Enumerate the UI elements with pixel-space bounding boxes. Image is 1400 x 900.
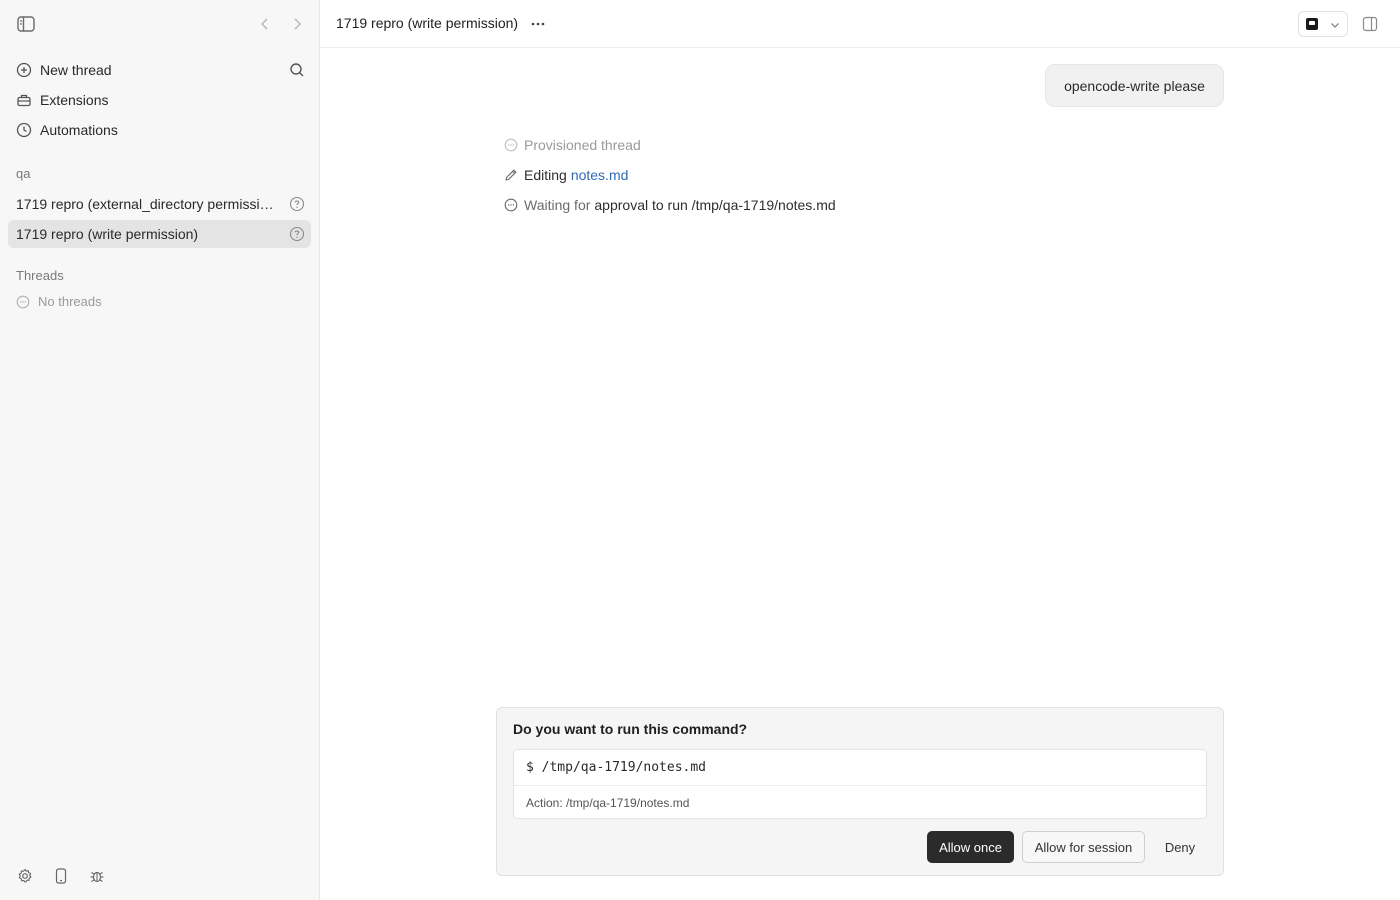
chat-bubble-icon [504,198,518,212]
plus-circle-icon [16,62,32,78]
thread-label: 1719 repro (external_directory permissio… [16,196,278,212]
sidebar: New thread Extensions Automations qa 171… [0,0,320,900]
agent-selector[interactable] [1298,11,1348,37]
command-preview: $ /tmp/qa-1719/notes.md Action: /tmp/qa-… [513,749,1207,819]
action-text: Action: /tmp/qa-1719/notes.md [526,795,690,810]
main-panel: 1719 repro (write permission) opencode-w… [320,0,1400,900]
approval-question: Do you want to run this command? [513,721,748,737]
extensions-button[interactable]: Extensions [8,86,311,114]
step-waiting: Waiting for approval to run /tmp/qa-1719… [504,197,836,213]
question-circle-icon [289,226,305,242]
thread-item-external-directory[interactable]: 1719 repro (external_directory permissio… [8,190,311,218]
more-options-icon[interactable] [528,14,548,34]
chat-bubble-icon [16,295,30,309]
step-waiting-prefix: Waiting for [524,197,591,213]
new-thread-button[interactable]: New thread [8,56,311,84]
allow-once-button[interactable]: Allow once [927,831,1014,863]
sidebar-footer [16,867,124,885]
thread-item-write-permission[interactable]: 1719 repro (write permission) [8,220,311,248]
question-circle-icon [289,196,305,212]
thread-header: 1719 repro (write permission) [320,0,1400,48]
step-provisioned-label: Provisioned thread [524,137,641,153]
no-threads-placeholder: No threads [16,294,102,309]
search-icon[interactable] [288,61,306,79]
automations-button[interactable]: Automations [8,116,311,144]
gear-icon[interactable] [16,867,34,885]
mobile-device-icon[interactable] [52,867,70,885]
automations-label: Automations [40,122,118,138]
deny-button[interactable]: Deny [1153,831,1207,863]
project-label: qa [16,166,31,181]
clock-icon [16,122,32,138]
step-provisioned: Provisioned thread [504,137,641,153]
agent-logo-icon [1306,18,1318,30]
step-editing: Editing notes.md [504,167,628,183]
command-text: $ /tmp/qa-1719/notes.md [514,750,1206,786]
command-approval-card: Do you want to run this command? $ /tmp/… [496,707,1224,876]
sidebar-toggle-icon[interactable] [16,14,36,34]
forward-arrow-icon[interactable] [288,14,306,34]
thread-label: 1719 repro (write permission) [16,226,199,242]
chat-bubble-icon [504,138,518,152]
toolbox-icon [16,92,32,108]
extensions-label: Extensions [40,92,109,108]
chevron-down-icon [1329,19,1341,31]
threads-section-label: Threads [16,268,64,283]
edited-file-link[interactable]: notes.md [571,167,629,183]
back-arrow-icon[interactable] [256,14,274,34]
step-waiting-detail: approval to run /tmp/qa-1719/notes.md [594,197,836,213]
no-threads-label: No threads [38,294,102,309]
pencil-icon [504,168,518,182]
step-editing-verb: Editing [524,167,567,183]
thread-title: 1719 repro (write permission) [336,15,519,31]
new-thread-label: New thread [40,62,112,78]
user-message-bubble: opencode-write please [1045,64,1224,107]
allow-for-session-button[interactable]: Allow for session [1022,831,1145,863]
bug-icon[interactable] [88,867,106,885]
side-panel-toggle-icon[interactable] [1361,14,1379,34]
